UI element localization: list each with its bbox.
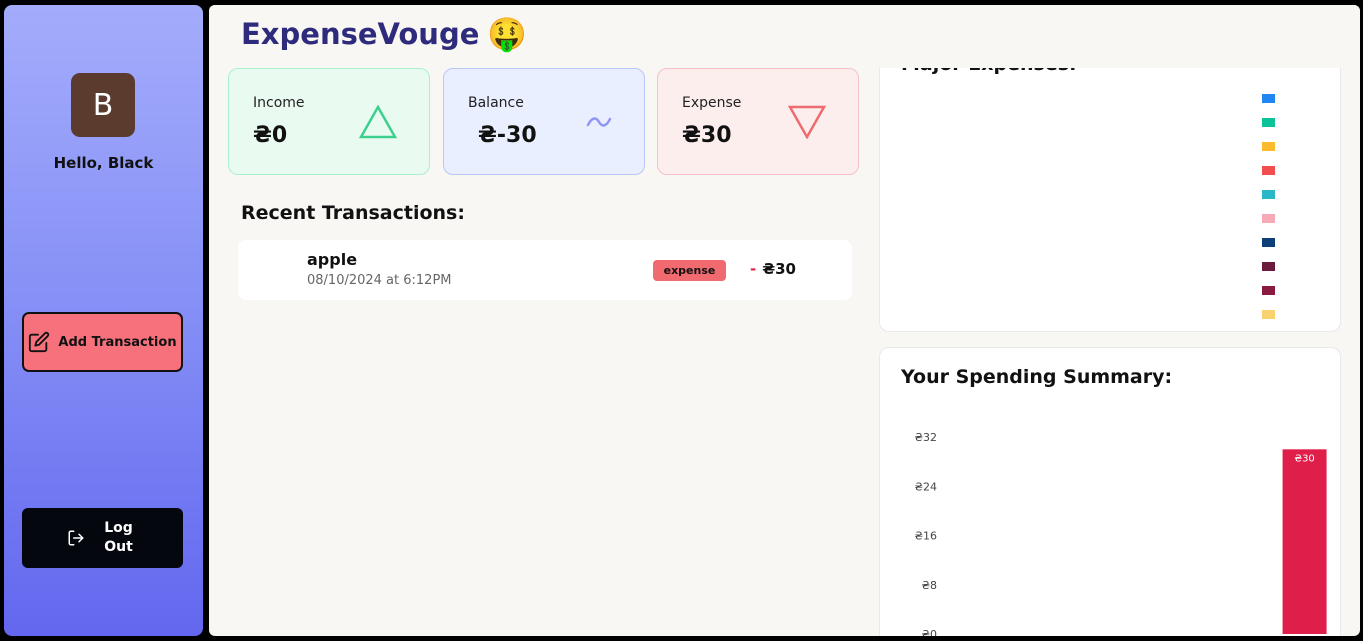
legend-swatch <box>1262 214 1275 223</box>
legend-swatch <box>1262 118 1275 127</box>
balance-value: ₴-30 <box>478 123 537 148</box>
balance-card: Balance ₴-30 <box>443 68 645 175</box>
transaction-amount-value: ₴30 <box>762 260 796 278</box>
y-tick-label: ₴16 <box>914 530 937 543</box>
legend-swatch <box>1262 262 1275 271</box>
y-tick-label: ₴8 <box>921 579 937 592</box>
recent-transactions-title: Recent Transactions: <box>241 202 465 224</box>
tilde-icon <box>586 117 612 127</box>
app-title-text: ExpenseVouge <box>241 17 480 51</box>
main-content: Major Expenses: ExpenseVouge 🤑 Income ₴0… <box>209 5 1360 636</box>
money-face-icon: 🤑 <box>487 15 528 53</box>
sidebar: B Hello, Black Add Transaction Log Out <box>4 5 203 636</box>
bar-data-label: ₴30 <box>1294 453 1314 464</box>
logout-label: Log Out <box>99 519 139 557</box>
transaction-sign: - <box>750 260 757 278</box>
legend-swatch <box>1262 94 1275 103</box>
app-title: ExpenseVouge 🤑 <box>241 15 527 53</box>
legend-swatch <box>1262 190 1275 199</box>
expense-label: Expense <box>682 95 742 111</box>
legend-swatch <box>1262 310 1275 319</box>
transaction-row[interactable]: apple 08/10/2024 at 6:12PM expense - ₴30 <box>238 240 852 300</box>
transaction-amount: - ₴30 <box>750 260 796 278</box>
y-tick-label: ₴24 <box>914 480 937 493</box>
income-label: Income <box>253 95 305 111</box>
user-greeting: Hello, Black <box>53 154 154 172</box>
add-transaction-button[interactable]: Add Transaction <box>22 312 183 372</box>
balance-label: Balance <box>468 95 524 111</box>
expense-value: ₴30 <box>682 123 732 148</box>
y-tick-label: ₴0 <box>921 628 937 636</box>
add-transaction-label: Add Transaction <box>58 334 177 350</box>
transaction-date: 08/10/2024 at 6:12PM <box>307 273 452 288</box>
bar[interactable] <box>1282 449 1327 634</box>
logout-icon <box>68 530 83 546</box>
transaction-name: apple <box>307 250 358 269</box>
income-card: Income ₴0 <box>228 68 430 175</box>
triangle-down-icon <box>788 105 826 139</box>
legend-swatch <box>1262 142 1275 151</box>
income-value: ₴0 <box>253 123 288 148</box>
logout-button[interactable]: Log Out <box>22 508 183 568</box>
logout-label-line-1: Log <box>104 520 133 536</box>
expense-card: Expense ₴30 <box>657 68 859 175</box>
edit-icon <box>29 331 50 353</box>
major-expenses-panel: Major Expenses: <box>879 45 1341 332</box>
y-tick-label: ₴32 <box>914 431 937 444</box>
legend-swatch <box>1262 166 1275 175</box>
legend-swatch <box>1262 238 1275 247</box>
spending-bar-chart: ₴0₴8₴16₴24₴32WedThuFriSatSunMon₴30Tue <box>914 431 1327 636</box>
logout-label-line-2: Out <box>104 539 133 555</box>
legend-swatch <box>1262 286 1275 295</box>
avatar: B <box>71 73 135 137</box>
triangle-up-icon <box>359 105 397 139</box>
transaction-type-badge: expense <box>653 260 726 281</box>
spending-summary-panel: Your Spending Summary: ₴0₴8₴16₴24₴32WedT… <box>879 347 1341 636</box>
